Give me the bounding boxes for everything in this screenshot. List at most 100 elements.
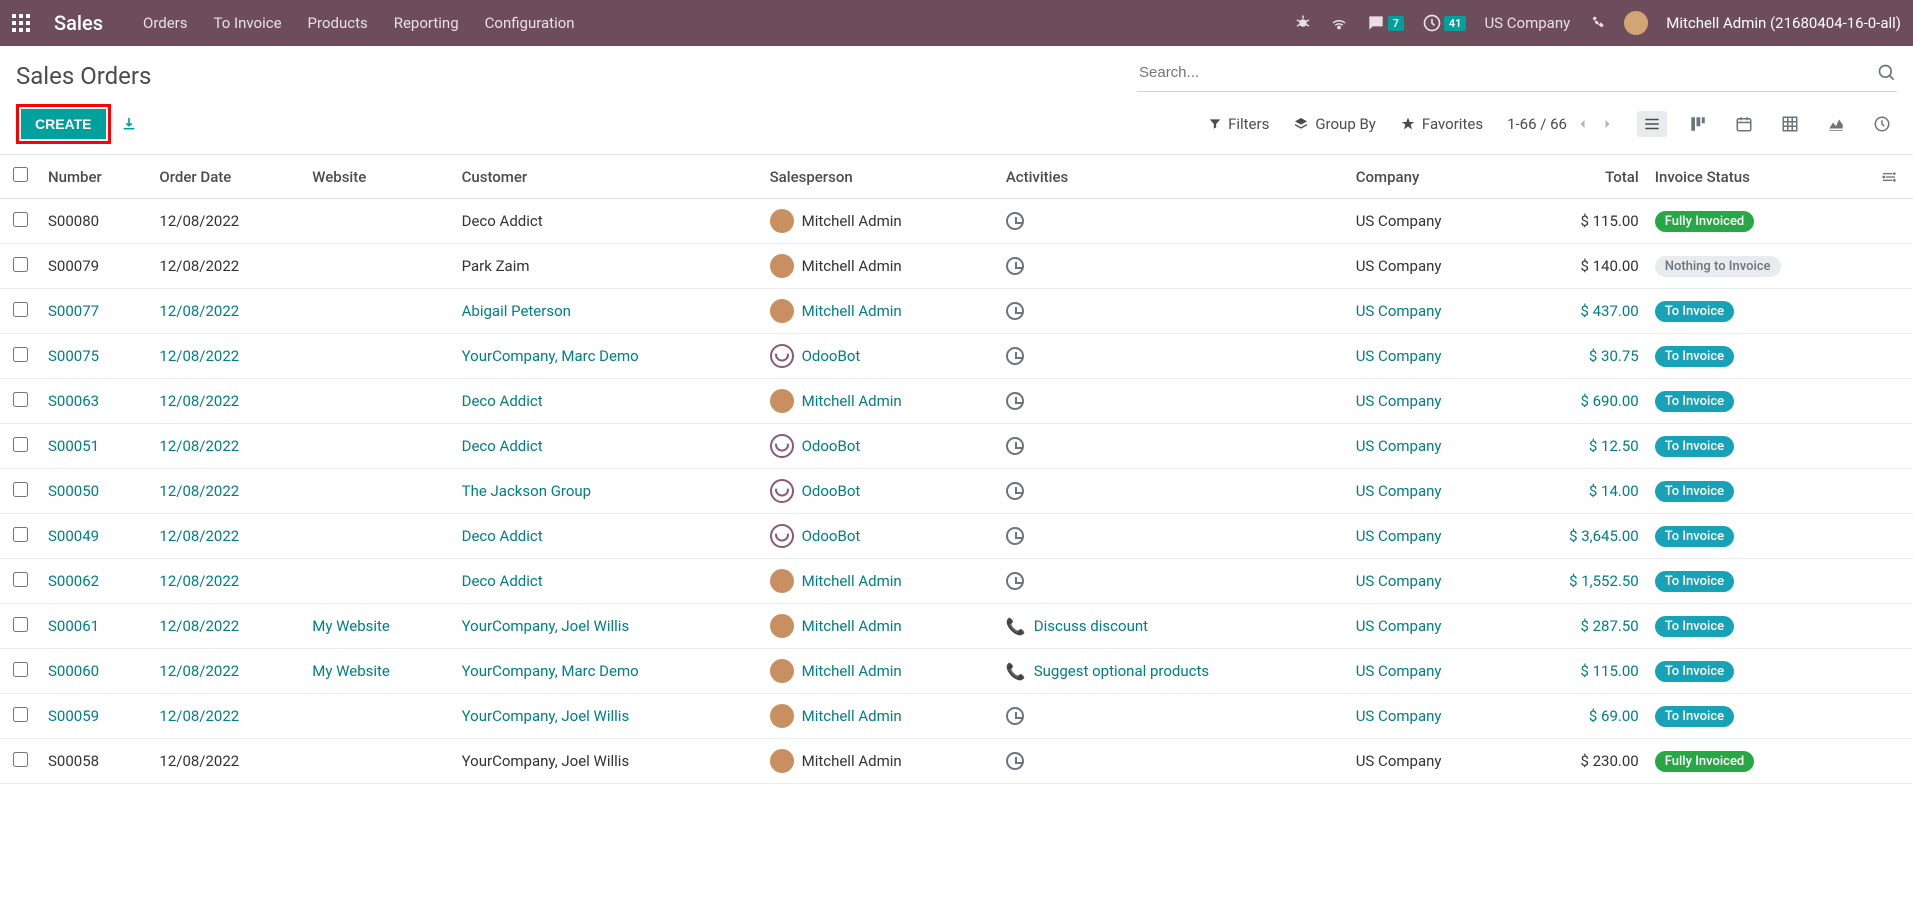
cell-company[interactable]: US Company	[1356, 527, 1442, 545]
cell-customer[interactable]: Deco Addict	[462, 527, 543, 545]
row-checkbox[interactable]	[13, 752, 28, 767]
row-checkbox[interactable]	[13, 302, 28, 317]
view-pivot-icon[interactable]	[1775, 111, 1805, 137]
table-row[interactable]: S00050 12/08/2022 The Jackson Group Odoo…	[0, 469, 1913, 514]
clock-icon[interactable]	[1006, 257, 1024, 275]
clock-icon[interactable]	[1006, 392, 1024, 410]
cell-customer[interactable]: Deco Addict	[462, 212, 543, 230]
row-checkbox[interactable]	[13, 707, 28, 722]
table-row[interactable]: S00075 12/08/2022 YourCompany, Marc Demo…	[0, 334, 1913, 379]
pager-next-icon[interactable]	[1601, 117, 1613, 131]
clock-icon[interactable]	[1006, 707, 1024, 725]
nav-to-invoice[interactable]: To Invoice	[214, 14, 282, 32]
cell-company[interactable]: US Company	[1356, 347, 1442, 365]
cell-number[interactable]: S00051	[48, 437, 99, 455]
col-order-date[interactable]: Order Date	[151, 155, 304, 199]
col-invoice-status[interactable]: Invoice Status	[1647, 155, 1873, 199]
phone-icon[interactable]: 📞	[1006, 617, 1026, 636]
cell-number[interactable]: S00079	[48, 257, 99, 275]
cell-customer[interactable]: Deco Addict	[462, 392, 543, 410]
cell-salesperson[interactable]: Mitchell Admin	[802, 392, 902, 410]
cell-salesperson[interactable]: Mitchell Admin	[802, 572, 902, 590]
cell-customer[interactable]: YourCompany, Joel Willis	[462, 752, 630, 770]
cell-number[interactable]: S00059	[48, 707, 99, 725]
table-row[interactable]: S00079 12/08/2022 Park Zaim Mitchell Adm…	[0, 244, 1913, 289]
activity-text[interactable]: Suggest optional products	[1034, 662, 1209, 680]
cell-number[interactable]: S00075	[48, 347, 99, 365]
view-graph-icon[interactable]	[1821, 111, 1851, 137]
col-salesperson[interactable]: Salesperson	[762, 155, 998, 199]
clock-icon[interactable]	[1006, 302, 1024, 320]
nav-orders[interactable]: Orders	[143, 14, 188, 32]
clock-icon[interactable]	[1006, 437, 1024, 455]
create-button[interactable]: CREATE	[21, 109, 106, 139]
cell-company[interactable]: US Company	[1356, 392, 1442, 410]
user-avatar[interactable]	[1624, 11, 1648, 35]
company-selector[interactable]: US Company	[1484, 14, 1570, 32]
cell-salesperson[interactable]: Mitchell Admin	[802, 662, 902, 680]
cell-number[interactable]: S00060	[48, 662, 99, 680]
clock-icon[interactable]	[1006, 482, 1024, 500]
cell-number[interactable]: S00077	[48, 302, 99, 320]
col-number[interactable]: Number	[40, 155, 151, 199]
pager-prev-icon[interactable]	[1577, 117, 1589, 131]
cell-salesperson[interactable]: Mitchell Admin	[802, 212, 902, 230]
table-row[interactable]: S00051 12/08/2022 Deco Addict OdooBot US…	[0, 424, 1913, 469]
cell-company[interactable]: US Company	[1356, 617, 1442, 635]
col-website[interactable]: Website	[304, 155, 453, 199]
col-options-icon[interactable]	[1873, 155, 1913, 199]
clock-icon[interactable]	[1006, 347, 1024, 365]
cell-customer[interactable]: Deco Addict	[462, 572, 543, 590]
cell-number[interactable]: S00058	[48, 752, 99, 770]
cell-salesperson[interactable]: Mitchell Admin	[802, 257, 902, 275]
table-row[interactable]: S00061 12/08/2022 My Website YourCompany…	[0, 604, 1913, 649]
cell-company[interactable]: US Company	[1356, 212, 1442, 230]
cell-number[interactable]: S00063	[48, 392, 99, 410]
cell-company[interactable]: US Company	[1356, 257, 1442, 275]
cell-salesperson[interactable]: OdooBot	[802, 527, 861, 545]
clock-icon[interactable]	[1006, 527, 1024, 545]
cell-salesperson[interactable]: OdooBot	[802, 347, 861, 365]
col-company[interactable]: Company	[1348, 155, 1510, 199]
cell-salesperson[interactable]: OdooBot	[802, 482, 861, 500]
select-all-checkbox[interactable]	[13, 167, 28, 182]
nav-configuration[interactable]: Configuration	[485, 14, 575, 32]
import-icon[interactable]	[121, 116, 137, 132]
cell-company[interactable]: US Company	[1356, 662, 1442, 680]
row-checkbox[interactable]	[13, 617, 28, 632]
cell-number[interactable]: S00062	[48, 572, 99, 590]
table-row[interactable]: S00049 12/08/2022 Deco Addict OdooBot US…	[0, 514, 1913, 559]
activities-icon[interactable]: 41	[1422, 13, 1467, 33]
row-checkbox[interactable]	[13, 347, 28, 362]
cell-salesperson[interactable]: OdooBot	[802, 437, 861, 455]
row-checkbox[interactable]	[13, 482, 28, 497]
cell-company[interactable]: US Company	[1356, 437, 1442, 455]
search-input[interactable]	[1137, 58, 1877, 87]
table-row[interactable]: S00077 12/08/2022 Abigail Peterson Mitch…	[0, 289, 1913, 334]
activity-text[interactable]: Discuss discount	[1034, 617, 1148, 635]
table-row[interactable]: S00059 12/08/2022 YourCompany, Joel Will…	[0, 694, 1913, 739]
cell-company[interactable]: US Company	[1356, 752, 1442, 770]
table-row[interactable]: S00058 12/08/2022 YourCompany, Joel Will…	[0, 739, 1913, 784]
bug-icon[interactable]	[1294, 14, 1312, 32]
col-activities[interactable]: Activities	[998, 155, 1348, 199]
row-checkbox[interactable]	[13, 572, 28, 587]
cell-company[interactable]: US Company	[1356, 572, 1442, 590]
app-brand[interactable]: Sales	[54, 11, 103, 35]
tools-icon[interactable]	[1588, 14, 1606, 32]
cell-salesperson[interactable]: Mitchell Admin	[802, 752, 902, 770]
cell-customer[interactable]: YourCompany, Joel Willis	[462, 707, 630, 725]
nav-products[interactable]: Products	[308, 14, 368, 32]
table-row[interactable]: S00080 12/08/2022 Deco Addict Mitchell A…	[0, 199, 1913, 244]
row-checkbox[interactable]	[13, 257, 28, 272]
messages-icon[interactable]: 7	[1366, 13, 1404, 33]
table-row[interactable]: S00063 12/08/2022 Deco Addict Mitchell A…	[0, 379, 1913, 424]
cell-company[interactable]: US Company	[1356, 482, 1442, 500]
clock-icon[interactable]	[1006, 572, 1024, 590]
pager-text[interactable]: 1-66 / 66	[1507, 115, 1567, 133]
wifi-icon[interactable]	[1330, 14, 1348, 32]
table-scroll[interactable]: Number Order Date Website Customer Sales…	[0, 155, 1913, 904]
view-calendar-icon[interactable]	[1729, 111, 1759, 137]
clock-icon[interactable]	[1006, 752, 1024, 770]
cell-number[interactable]: S00080	[48, 212, 99, 230]
